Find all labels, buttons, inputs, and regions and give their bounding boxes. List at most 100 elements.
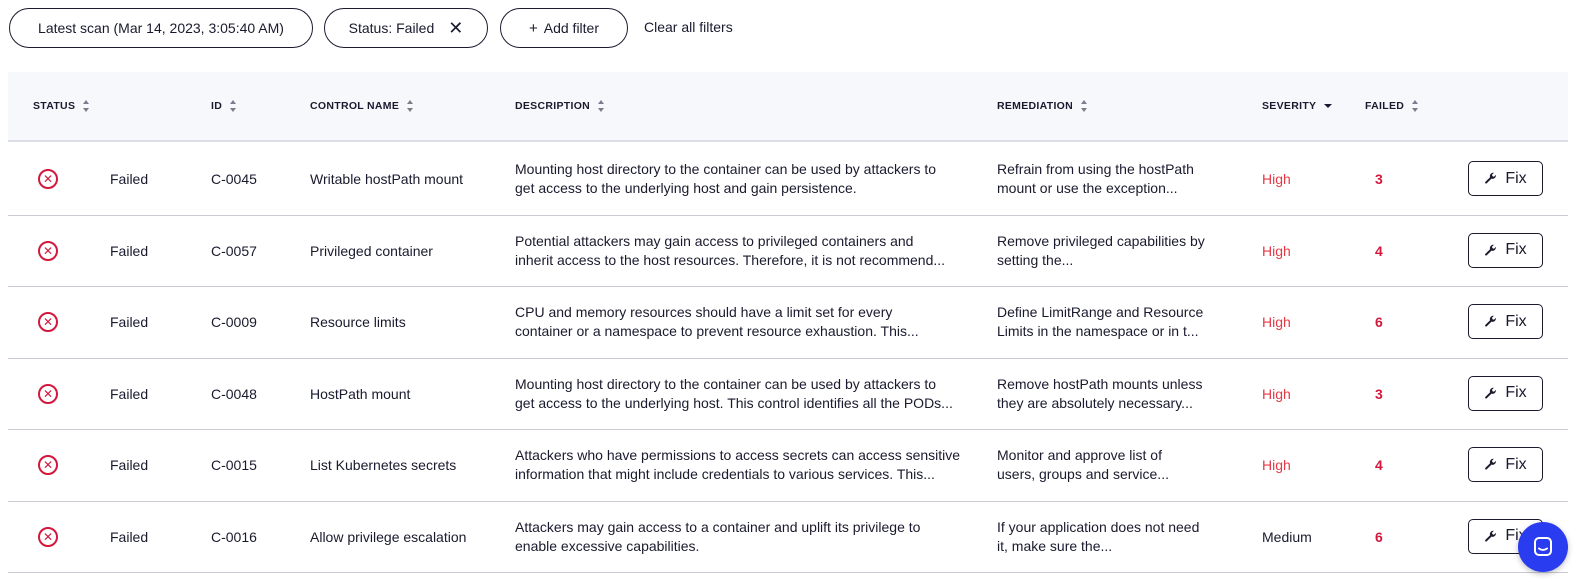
header-control-name-label: CONTROL NAME <box>310 100 400 112</box>
sort-descending-icon <box>1324 104 1333 108</box>
status-text: Failed <box>110 314 149 331</box>
failed-count: 4 <box>1375 457 1383 474</box>
fix-label: Fix <box>1505 241 1527 258</box>
table-row[interactable]: ✕ Failed C-0009 Resource limits CPU and … <box>8 287 1568 359</box>
close-icon[interactable]: ✕ <box>448 19 463 37</box>
remediation-line: Define LimitRange and Resource <box>997 304 1204 321</box>
header-severity[interactable]: SEVERITY <box>1262 100 1333 112</box>
wrench-icon <box>1485 530 1497 542</box>
failed-count: 3 <box>1375 171 1383 188</box>
circle-x-icon: ✕ <box>38 169 58 189</box>
remediation-line: If your application does not need <box>997 518 1200 535</box>
circle-x-icon: ✕ <box>38 383 58 404</box>
fix-button[interactable]: Fix <box>1468 447 1543 482</box>
fix-button[interactable]: Fix <box>1468 161 1543 196</box>
header-id-label: ID <box>211 100 223 112</box>
sort-icon <box>407 100 414 112</box>
header-severity-label: SEVERITY <box>1262 100 1317 112</box>
scan-selector-label: Latest scan (Mar 14, 2023, 3:05:40 AM) <box>38 20 284 36</box>
header-status-label: STATUS <box>33 100 76 112</box>
status-text: Failed <box>110 385 149 402</box>
control-name: Resource limits <box>310 314 406 331</box>
header-control-name[interactable]: CONTROL NAME <box>310 100 414 112</box>
remediation-line: Refrain from using the hostPath <box>997 161 1194 178</box>
status-text: Failed <box>110 528 149 545</box>
description-line: Potential attackers may gain access to p… <box>515 232 914 249</box>
controls-table: STATUS ID CONTROL NAME DESCRIPTION REMED… <box>8 72 1568 582</box>
table-row[interactable]: ✕ Failed C-0057 Privileged container Pot… <box>8 216 1568 287</box>
circle-x-icon: ✕ <box>38 312 58 332</box>
control-id: C-0009 <box>211 314 257 331</box>
failed-count: 4 <box>1375 242 1383 259</box>
status-filter-chip[interactable]: Status: Failed ✕ <box>324 8 488 48</box>
sort-icon <box>1412 100 1419 112</box>
status-text: Failed <box>110 171 149 188</box>
header-status[interactable]: STATUS <box>33 100 90 112</box>
circle-x-icon: ✕ <box>38 240 58 261</box>
add-filter-button[interactable]: + Add filter <box>500 8 628 48</box>
fix-label: Fix <box>1505 455 1527 473</box>
remediation-line: users, groups and service... <box>997 466 1169 483</box>
sort-icon <box>230 100 237 112</box>
table-header: STATUS ID CONTROL NAME DESCRIPTION REMED… <box>8 72 1568 142</box>
severity-badge: High <box>1262 171 1291 188</box>
remediation-line: Monitor and approve list of <box>997 447 1162 464</box>
severity-badge: High <box>1262 314 1291 331</box>
header-id[interactable]: ID <box>211 100 237 112</box>
wrench-icon <box>1485 244 1497 256</box>
scan-selector-button[interactable]: Latest scan (Mar 14, 2023, 3:05:40 AM) <box>9 8 313 48</box>
description-line: get access to the underlying host. This … <box>515 394 953 411</box>
table-row[interactable]: ✕ Failed C-0016 Allow privilege escalati… <box>8 502 1568 573</box>
control-id: C-0015 <box>211 457 257 474</box>
wrench-icon <box>1485 172 1497 184</box>
description-line: enable excessive capabilities. <box>515 537 700 554</box>
fix-label: Fix <box>1505 384 1527 401</box>
description-line: Attackers may gain access to a container… <box>515 518 921 535</box>
description-line: inherit access to the host resources. Th… <box>515 251 946 268</box>
header-failed[interactable]: FAILED <box>1365 100 1419 112</box>
table-row[interactable]: ✕ Failed C-0045 Writable hostPath mount … <box>8 144 1568 216</box>
remediation-line: setting the... <box>997 251 1074 268</box>
remediation-line: Remove privileged capabilities by <box>997 232 1205 249</box>
wrench-icon <box>1485 458 1497 470</box>
description-line: Attackers who have permissions to access… <box>515 447 961 464</box>
circle-x-icon: ✕ <box>38 526 58 547</box>
plus-icon: + <box>528 19 538 37</box>
sort-icon <box>83 100 90 112</box>
wrench-icon <box>1485 315 1497 327</box>
remediation-line: Remove hostPath mounts unless <box>997 375 1203 392</box>
header-failed-label: FAILED <box>1365 100 1405 112</box>
header-remediation[interactable]: REMEDIATION <box>997 100 1088 112</box>
table-body: ✕ Failed C-0045 Writable hostPath mount … <box>8 144 1568 573</box>
sort-icon <box>1081 100 1088 112</box>
control-id: C-0057 <box>211 242 257 259</box>
fix-button[interactable]: Fix <box>1468 304 1543 339</box>
clear-all-filters-link[interactable]: Clear all filters <box>644 19 733 35</box>
table-row[interactable]: ✕ Failed C-0015 List Kubernetes secrets … <box>8 430 1568 502</box>
status-text: Failed <box>110 242 149 259</box>
chat-launcher-button[interactable] <box>1518 522 1568 572</box>
severity-badge: High <box>1262 385 1291 402</box>
control-name: Privileged container <box>310 242 433 259</box>
table-row[interactable]: ✕ Failed C-0048 HostPath mount Mounting … <box>8 359 1568 430</box>
remediation-line: Limits in the namespace or in t... <box>997 323 1199 340</box>
severity-badge: High <box>1262 242 1291 259</box>
wrench-icon <box>1485 387 1497 399</box>
control-id: C-0048 <box>211 385 257 402</box>
failed-count: 3 <box>1375 385 1383 402</box>
fix-button[interactable]: Fix <box>1468 232 1543 268</box>
description-line: get access to the underlying host and ga… <box>515 180 857 197</box>
control-name: Writable hostPath mount <box>310 171 464 188</box>
sort-icon <box>598 100 605 112</box>
control-id: C-0045 <box>211 171 257 188</box>
control-id: C-0016 <box>211 528 257 545</box>
fix-label: Fix <box>1505 169 1527 187</box>
remediation-line: it, make sure the... <box>997 537 1113 554</box>
status-text: Failed <box>110 457 149 474</box>
description-line: CPU and memory resources should have a l… <box>515 304 893 321</box>
header-description[interactable]: DESCRIPTION <box>515 100 605 112</box>
severity-badge: High <box>1262 457 1291 474</box>
description-line: Mounting host directory to the container… <box>515 375 937 392</box>
failed-count: 6 <box>1375 528 1383 545</box>
fix-button[interactable]: Fix <box>1468 375 1543 411</box>
